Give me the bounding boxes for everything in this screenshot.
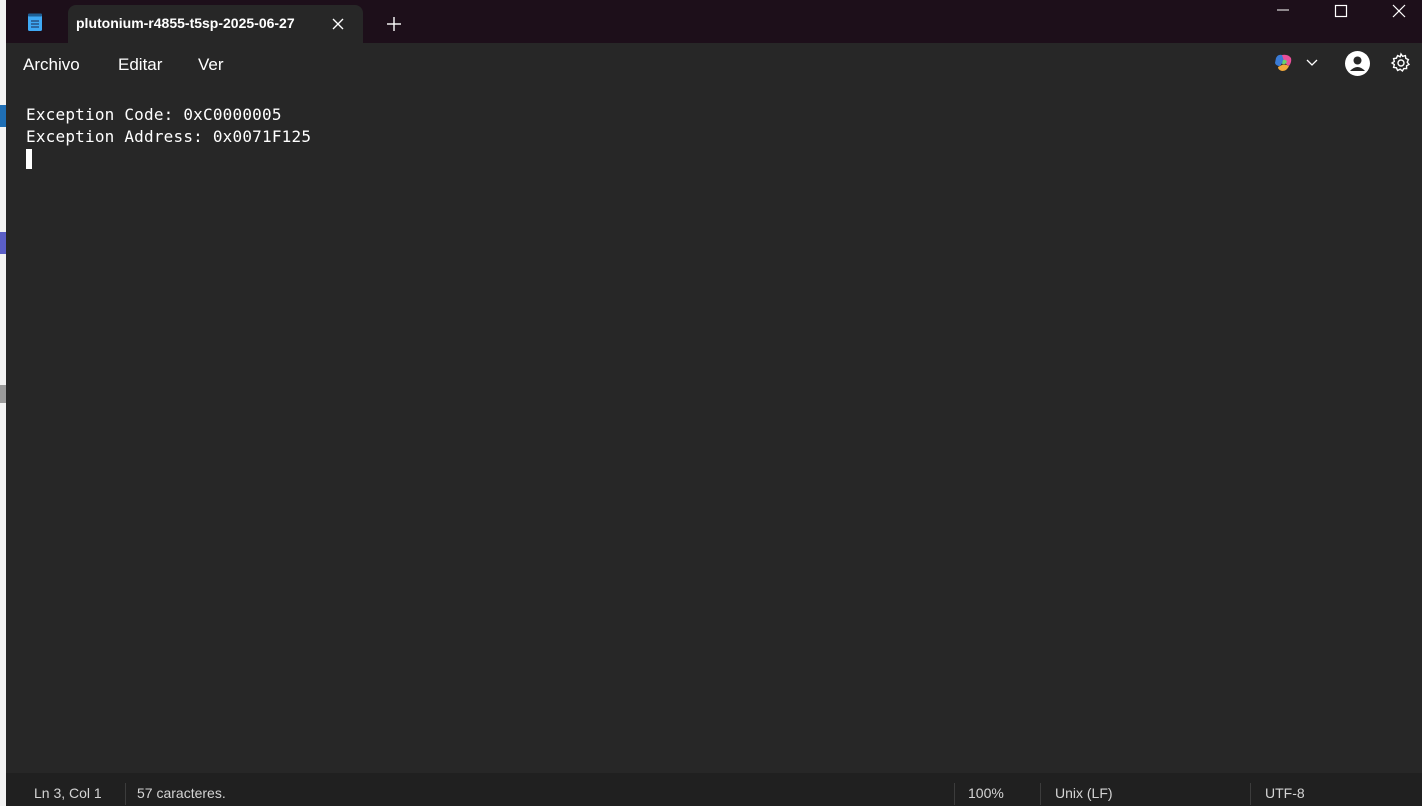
close-window-button[interactable] [1370, 0, 1422, 26]
gear-icon[interactable] [1390, 52, 1412, 74]
cursor-position: Ln 3, Col 1 [34, 785, 102, 801]
notepad-window: plutonium-r4855-t5sp-2025-06-27 Archivo … [6, 0, 1422, 806]
status-bar: Ln 3, Col 1 57 caracteres. 100% Unix (LF… [6, 773, 1422, 806]
menu-editar[interactable]: Editar [118, 53, 162, 77]
copilot-icon [1275, 54, 1318, 71]
menu-archivo[interactable]: Archivo [23, 53, 80, 77]
menu-ver[interactable]: Ver [198, 53, 224, 77]
account-icon[interactable] [1345, 51, 1370, 76]
status-divider [1040, 783, 1041, 805]
zoom-level[interactable]: 100% [968, 785, 1004, 801]
minimize-icon [1277, 9, 1289, 11]
text-editor[interactable]: Exception Code: 0xC0000005 Exception Add… [6, 85, 1422, 773]
status-divider [1250, 783, 1251, 805]
notepad-icon [27, 13, 43, 32]
close-icon [1392, 4, 1406, 18]
text-caret [26, 149, 32, 169]
close-icon[interactable] [328, 14, 348, 34]
status-divider [954, 783, 955, 805]
encoding[interactable]: UTF-8 [1265, 785, 1305, 801]
character-count: 57 caracteres. [137, 785, 226, 801]
title-bar: plutonium-r4855-t5sp-2025-06-27 [6, 0, 1422, 43]
minimize-button[interactable] [1254, 0, 1312, 26]
status-divider [125, 783, 126, 805]
editor-line-2: Exception Address: 0x0071F125 [26, 127, 312, 146]
copilot-button[interactable] [1272, 52, 1320, 76]
menu-bar: Archivo Editar Ver [6, 43, 1422, 85]
maximize-button[interactable] [1312, 0, 1370, 26]
line-ending[interactable]: Unix (LF) [1055, 785, 1113, 801]
editor-line-1: Exception Code: 0xC0000005 [26, 105, 282, 124]
tab-title: plutonium-r4855-t5sp-2025-06-27 [76, 15, 295, 31]
maximize-icon [1334, 4, 1348, 18]
plus-icon[interactable] [384, 14, 404, 34]
document-tab[interactable]: plutonium-r4855-t5sp-2025-06-27 [68, 5, 363, 43]
